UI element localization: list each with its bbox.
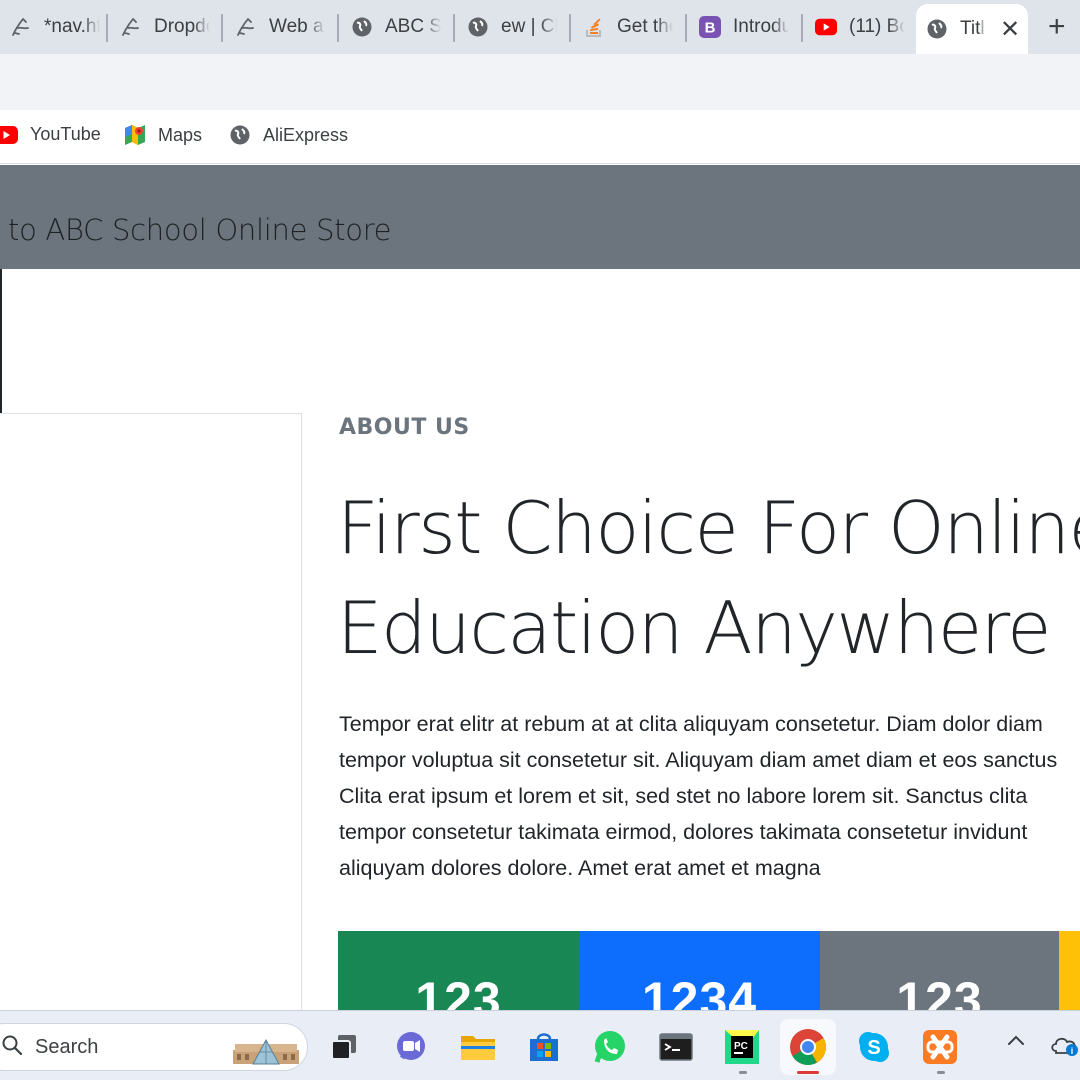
web-app-icon: [10, 16, 32, 38]
terminal-icon[interactable]: [657, 1028, 695, 1066]
taskbar-active-indicator: [797, 1071, 819, 1074]
onedrive-cloud-icon[interactable]: i: [1050, 1033, 1080, 1063]
tab-abc-school[interactable]: ABC SCHOOL: [341, 4, 451, 50]
taskbar-search-box[interactable]: Search: [0, 1023, 308, 1071]
svg-text:B: B: [705, 20, 716, 37]
tab-separator: [221, 14, 223, 42]
tab-separator: [106, 14, 108, 42]
tab-introduction[interactable]: B Introdu: [689, 4, 799, 50]
svg-text:i: i: [1071, 1046, 1074, 1056]
stackoverflow-icon: [583, 16, 605, 38]
teams-chat-icon[interactable]: [392, 1028, 430, 1066]
tab-nav-html[interactable]: *nav.html: [0, 4, 104, 50]
tab-separator: [453, 14, 455, 42]
about-headline: First Choice For Online Education Anywhe…: [337, 478, 1080, 678]
windows-taskbar: Search PC S i: [0, 1010, 1080, 1080]
youtube-icon: [0, 125, 18, 144]
tab-ew-ch[interactable]: ew | Ch: [457, 4, 567, 50]
tab-get-the[interactable]: Get the: [573, 4, 683, 50]
bookmark-youtube[interactable]: YouTube: [0, 124, 101, 145]
svg-text:S: S: [867, 1037, 880, 1059]
task-view-icon[interactable]: [325, 1028, 363, 1066]
about-image-frame: [0, 413, 302, 1023]
page-header-title: to ABC School Online Store: [8, 213, 392, 247]
headline-line: First Choice For Online: [337, 486, 1080, 570]
stat-box-yellow: [1059, 931, 1080, 1011]
search-icon: [1, 1034, 23, 1061]
taskbar-running-indicator: [739, 1071, 747, 1074]
taskbar-running-indicator: [937, 1071, 945, 1074]
new-tab-button[interactable]: +: [1048, 10, 1066, 44]
stat-box-green: 123: [338, 931, 579, 1011]
headline-line: Education Anywhere: [337, 586, 1051, 670]
tab-dropdown[interactable]: Dropdown: [110, 4, 220, 50]
maps-icon: [124, 124, 146, 146]
microsoft-store-icon[interactable]: [525, 1028, 563, 1066]
xampp-icon[interactable]: [921, 1028, 959, 1066]
pycharm-icon[interactable]: PC: [723, 1028, 761, 1066]
whatsapp-icon[interactable]: [591, 1028, 629, 1066]
file-explorer-icon[interactable]: [459, 1028, 497, 1066]
bookmarks-bar: YouTube Maps AliExpress: [0, 110, 1080, 164]
stat-number: 1234: [641, 972, 758, 1011]
tab-title-active[interactable]: Title ✕: [916, 4, 1028, 54]
tab-web-app[interactable]: Web app: [225, 4, 335, 50]
close-tab-icon[interactable]: ✕: [1000, 15, 1020, 44]
tab-separator: [801, 14, 803, 42]
skype-icon[interactable]: S: [855, 1028, 893, 1066]
bookmark-maps[interactable]: Maps: [124, 124, 202, 146]
stat-box-blue: 1234: [579, 931, 820, 1011]
search-highlight-louvre-icon: [233, 1030, 299, 1066]
browser-tab-strip: *nav.html Dropdown Web app ABC SCHOOL ew…: [0, 0, 1080, 54]
address-bar-area[interactable]: [0, 54, 1080, 110]
about-body-text: Tempor erat elitr at rebum at at clita a…: [339, 706, 1080, 886]
stat-number: 123: [896, 972, 983, 1011]
tab-separator: [337, 14, 339, 42]
body-line: Tempor erat elitr at rebum at at clita a…: [339, 712, 1043, 736]
globe-icon: [467, 16, 489, 38]
stats-row: 123 1234 123: [338, 931, 1080, 1011]
stat-number: 123: [415, 972, 502, 1011]
tab-separator: [685, 14, 687, 42]
web-app-icon: [235, 16, 257, 38]
body-line: tempor consetetur takimata eirmod, dolor…: [339, 820, 1028, 844]
globe-icon: [926, 18, 948, 40]
stat-box-gray: 123: [820, 931, 1059, 1011]
about-us-label: ABOUT US: [339, 415, 470, 440]
bookmark-aliexpress[interactable]: AliExpress: [229, 124, 348, 146]
body-line: aliquyam dolores dolore. Amet erat amet …: [339, 856, 821, 880]
youtube-icon: [815, 16, 837, 38]
globe-icon: [229, 124, 251, 146]
show-hidden-icons-chevron-icon[interactable]: [1006, 1031, 1026, 1057]
page-header-banner: to ABC School Online Store: [0, 165, 1080, 269]
bootstrap-icon: B: [699, 16, 721, 38]
body-line: tempor voluptua sit consetetur sit. Aliq…: [339, 748, 1058, 772]
globe-icon: [351, 16, 373, 38]
web-app-icon: [120, 16, 142, 38]
tab-youtube-video[interactable]: (11) Bo: [805, 4, 915, 50]
body-line: Clita erat ipsum et lorem et sit, sed st…: [339, 784, 1028, 808]
svg-text:PC: PC: [734, 1041, 748, 1052]
tab-separator: [569, 14, 571, 42]
chrome-icon[interactable]: [780, 1019, 836, 1075]
